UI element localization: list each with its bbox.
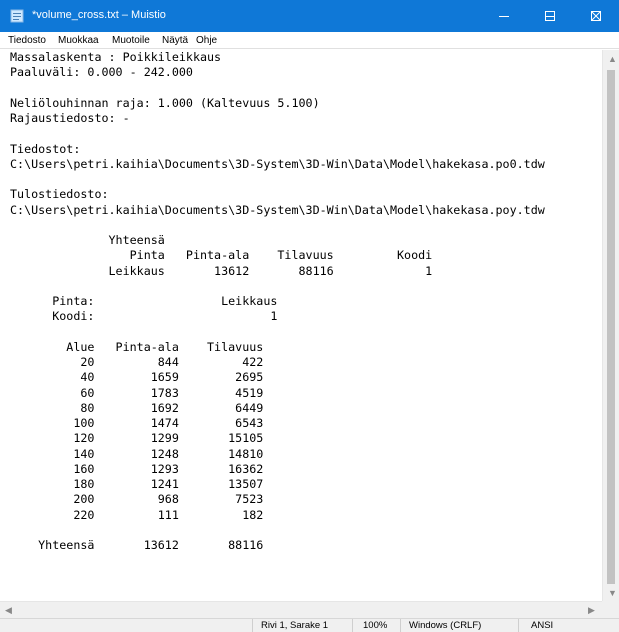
menu-muotoile[interactable]: Muotoile bbox=[112, 35, 150, 46]
vertical-scrollbar[interactable]: ▲ ▼ bbox=[602, 50, 619, 601]
maximize-button-area[interactable] bbox=[527, 0, 573, 32]
notepad-icon bbox=[10, 9, 24, 23]
horizontal-scrollbar[interactable]: ◀ ▶ bbox=[0, 601, 602, 618]
maximize-icon bbox=[545, 11, 555, 21]
minimize-button-area[interactable] bbox=[481, 0, 527, 32]
scroll-down-icon[interactable]: ▼ bbox=[608, 588, 617, 598]
menu-tiedosto[interactable]: Tiedosto bbox=[8, 35, 46, 46]
scroll-left-icon[interactable]: ◀ bbox=[5, 605, 12, 616]
scroll-right-icon[interactable]: ▶ bbox=[588, 605, 595, 616]
status-position: Rivi 1, Sarake 1 bbox=[252, 619, 352, 632]
menu-bar: Tiedosto Muokkaa Muotoile Näytä Ohje bbox=[0, 32, 619, 49]
close-button[interactable] bbox=[573, 0, 619, 32]
scrollbar-corner bbox=[602, 601, 619, 618]
status-bar: Rivi 1, Sarake 1 100% Windows (CRLF) ANS… bbox=[0, 618, 619, 632]
menu-muokkaa[interactable]: Muokkaa bbox=[58, 35, 99, 46]
status-zoom: 100% bbox=[352, 619, 400, 632]
window-title: *volume_cross.txt – Muistio bbox=[32, 9, 166, 21]
minimize-icon bbox=[499, 16, 509, 17]
close-icon bbox=[591, 11, 601, 21]
menu-nayta[interactable]: Näytä bbox=[162, 35, 188, 46]
vertical-scroll-thumb[interactable] bbox=[607, 70, 615, 584]
status-encoding: ANSI bbox=[518, 619, 619, 632]
scroll-up-icon[interactable]: ▲ bbox=[608, 54, 617, 64]
editor-text[interactable]: Massalaskenta : Poikkileikkaus Paaluväli… bbox=[0, 50, 602, 553]
menu-ohje[interactable]: Ohje bbox=[196, 35, 217, 46]
text-editor[interactable]: Massalaskenta : Poikkileikkaus Paaluväli… bbox=[0, 50, 602, 601]
status-line-ending: Windows (CRLF) bbox=[400, 619, 518, 632]
